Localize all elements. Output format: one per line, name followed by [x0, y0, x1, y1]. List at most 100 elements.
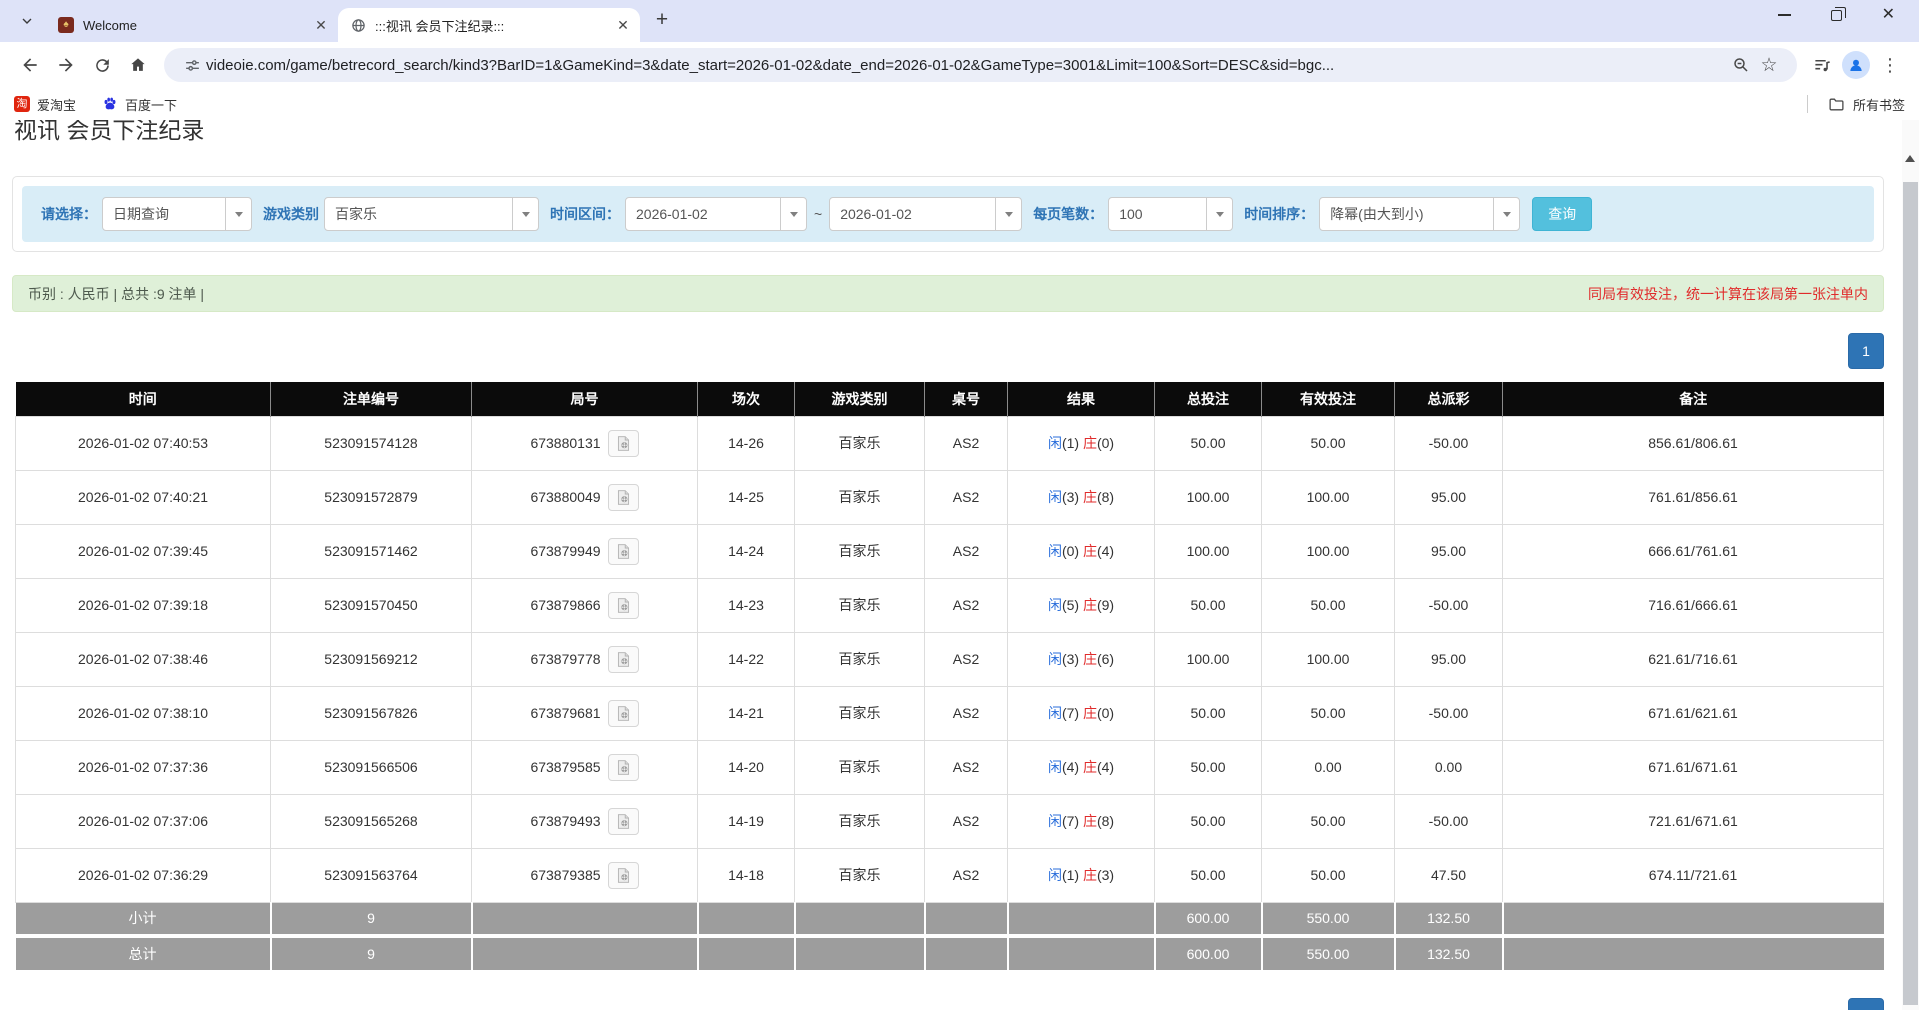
cell-total-bet[interactable]: 100.00 [1155, 524, 1262, 578]
cell-time: 2026-01-02 07:37:36 [16, 740, 271, 794]
cell-bet-id: 523091563764 [271, 848, 472, 902]
cell-total-bet[interactable]: 100.00 [1155, 632, 1262, 686]
cell-valid-bet: 100.00 [1262, 524, 1395, 578]
cell-game-kind: 百家乐 [795, 848, 925, 902]
tab-search-button[interactable] [14, 8, 40, 34]
date-end-select[interactable]: 2026-01-02 [829, 197, 1022, 231]
round-number: 673880131 [530, 435, 600, 451]
column-header: 有效投注 [1262, 382, 1395, 416]
cell-time: 2026-01-02 07:40:53 [16, 416, 271, 470]
per-page-label: 每页笔数： [1033, 204, 1103, 224]
video-replay-icon[interactable] [608, 646, 639, 673]
tab-betrecord[interactable]: :::视讯 会员下注纪录::: ✕ [338, 8, 640, 42]
pagination-page-1-top[interactable]: 1 [1848, 333, 1884, 369]
table-row: 2026-01-02 07:39:18523091570450673879866… [16, 578, 1884, 632]
video-replay-icon[interactable] [608, 484, 639, 511]
reload-button[interactable] [84, 47, 120, 83]
cell-total-bet[interactable]: 50.00 [1155, 686, 1262, 740]
cell-table-id: AS2 [925, 524, 1008, 578]
date-start-select[interactable]: 2026-01-02 [625, 197, 807, 231]
column-header: 桌号 [925, 382, 1008, 416]
site-info-icon[interactable] [178, 51, 206, 79]
query-type-select[interactable]: 日期查询 [102, 197, 252, 231]
tab-close-icon[interactable]: ✕ [312, 16, 330, 34]
chevron-down-icon [780, 198, 806, 230]
all-bookmarks-button[interactable]: 所有书签 [1807, 95, 1905, 114]
table-row: 2026-01-02 07:37:36523091566506673879585… [16, 740, 1884, 794]
video-replay-icon[interactable] [608, 862, 639, 889]
video-replay-icon[interactable] [608, 592, 639, 619]
column-header: 场次 [698, 382, 795, 416]
cell-total-bet[interactable]: 50.00 [1155, 416, 1262, 470]
minimize-icon[interactable] [1778, 14, 1791, 16]
date-end-value: 2026-01-02 [830, 206, 995, 222]
back-button[interactable] [12, 47, 48, 83]
table-row: 2026-01-02 07:38:46523091569212673879778… [16, 632, 1884, 686]
game-kind-select[interactable]: 百家乐 [324, 197, 539, 231]
cell-note: 666.61/761.61 [1503, 524, 1884, 578]
tab-welcome[interactable]: ♠ Welcome ✕ [46, 8, 338, 42]
footer-empty [925, 902, 1008, 936]
home-button[interactable] [120, 47, 156, 83]
cell-table-id: AS2 [925, 848, 1008, 902]
tab-close-icon[interactable]: ✕ [614, 16, 632, 34]
column-header: 时间 [16, 382, 271, 416]
new-tab-button[interactable]: + [648, 6, 676, 34]
url-text[interactable]: videoie.com/game/betrecord_search/kind3?… [206, 57, 1727, 74]
per-page-select[interactable]: 100 [1108, 197, 1233, 231]
cell-session: 14-20 [698, 740, 795, 794]
video-replay-icon[interactable] [608, 430, 639, 457]
cell-total-bet[interactable]: 50.00 [1155, 578, 1262, 632]
footer-empty [1008, 936, 1155, 970]
cell-valid-bet: 100.00 [1262, 632, 1395, 686]
cell-valid-bet: 50.00 [1262, 848, 1395, 902]
result-text: 闲(1) 庄(3) [1048, 867, 1114, 883]
date-start-value: 2026-01-02 [626, 206, 780, 222]
cell-time: 2026-01-02 07:38:46 [16, 632, 271, 686]
search-button[interactable]: 查询 [1532, 197, 1592, 231]
cell-total-bet[interactable]: 50.00 [1155, 740, 1262, 794]
cell-payout: 0.00 [1395, 740, 1503, 794]
cell-total-bet[interactable]: 50.00 [1155, 794, 1262, 848]
cell-game-kind: 百家乐 [795, 740, 925, 794]
sort-select[interactable]: 降幂(由大到小) [1319, 197, 1520, 231]
table-row: 2026-01-02 07:39:45523091571462673879949… [16, 524, 1884, 578]
scroll-up-arrow-icon[interactable] [1905, 150, 1915, 162]
cell-valid-bet: 50.00 [1262, 416, 1395, 470]
restore-icon[interactable] [1831, 10, 1842, 21]
video-replay-icon[interactable] [608, 754, 639, 781]
bookmark-baidu[interactable]: 百度一下 [102, 95, 177, 114]
scrollbar-thumb[interactable] [1903, 182, 1918, 1005]
cell-total-bet[interactable]: 50.00 [1155, 848, 1262, 902]
scrollbar[interactable] [1902, 120, 1919, 1010]
cell-table-id: AS2 [925, 470, 1008, 524]
video-replay-icon[interactable] [608, 538, 639, 565]
bet-record-table: 时间注单编号局号场次游戏类别桌号结果总投注有效投注总派彩备注 2026-01-0… [15, 382, 1884, 970]
video-replay-icon[interactable] [608, 808, 639, 835]
bookmark-aitaobao[interactable]: 淘 爱淘宝 [14, 95, 76, 114]
browser-menu-icon[interactable]: ⋮ [1873, 48, 1907, 82]
query-type-value: 日期查询 [103, 204, 225, 224]
footer-empty [698, 936, 795, 970]
cell-total-bet[interactable]: 100.00 [1155, 470, 1262, 524]
cell-payout: 47.50 [1395, 848, 1503, 902]
bookmark-star-icon[interactable]: ☆ [1755, 51, 1783, 79]
profile-button[interactable] [1839, 48, 1873, 82]
home-icon [128, 55, 148, 75]
pagination-page-1-bottom[interactable]: 1 [1848, 998, 1884, 1010]
video-replay-icon[interactable] [608, 700, 639, 727]
forward-button[interactable] [48, 47, 84, 83]
cell-result: 闲(1) 庄(3) [1008, 848, 1155, 902]
media-controls-icon[interactable] [1805, 48, 1839, 82]
tab-title: :::视讯 会员下注纪录::: [375, 16, 614, 35]
cell-time: 2026-01-02 07:38:10 [16, 686, 271, 740]
cell-round: 673879585 [472, 740, 698, 794]
cell-game-kind: 百家乐 [795, 416, 925, 470]
address-bar[interactable]: videoie.com/game/betrecord_search/kind3?… [164, 48, 1797, 82]
cell-session: 14-24 [698, 524, 795, 578]
close-icon[interactable]: ✕ [1882, 7, 1895, 23]
footer-valid-bet: 550.00 [1262, 902, 1395, 936]
chevron-down-icon [1493, 198, 1519, 230]
zoom-icon[interactable] [1727, 51, 1755, 79]
chevron-down-icon [995, 198, 1021, 230]
